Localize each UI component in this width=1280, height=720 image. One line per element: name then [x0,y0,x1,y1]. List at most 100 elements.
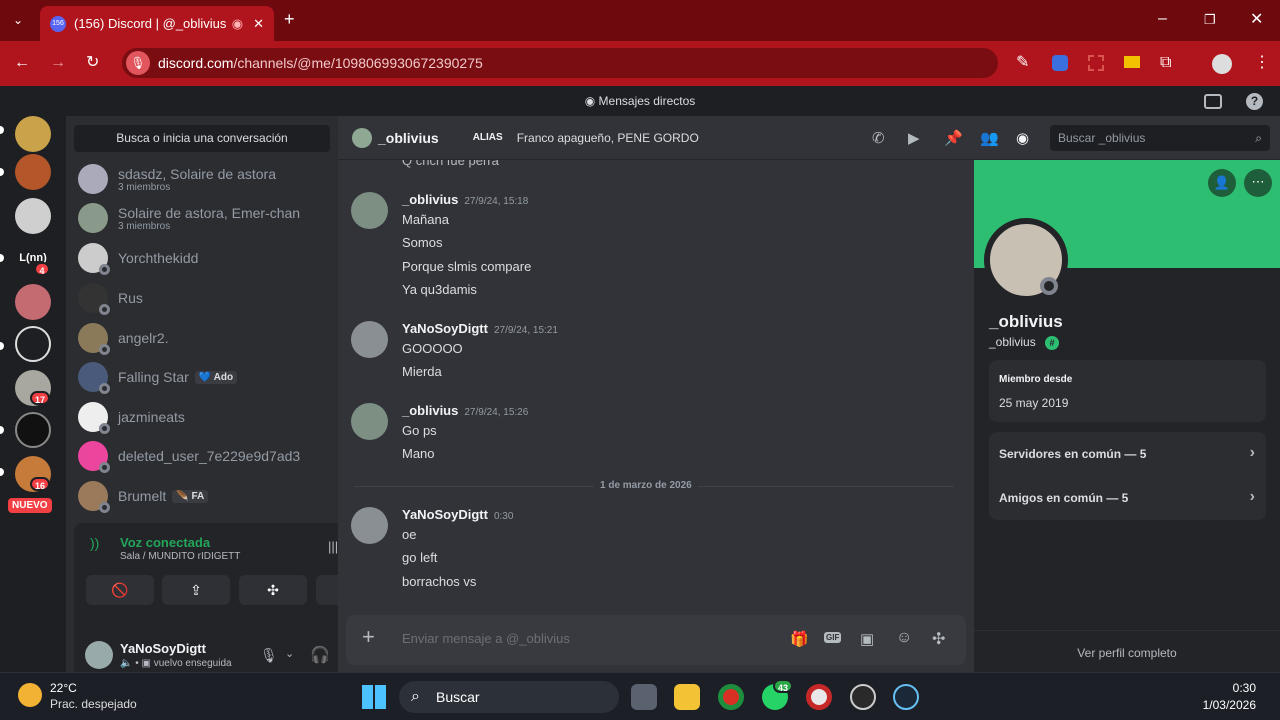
message-author[interactable]: _oblivius 27/9/24, 15:18 [402,192,528,207]
dm-item[interactable]: angelr2. [78,320,328,356]
headphones-icon[interactable]: 🎧 [310,645,330,665]
windows-start-icon[interactable] [362,685,386,709]
author-avatar[interactable] [351,403,388,440]
close-tab-icon[interactable]: ✕ [253,16,264,32]
dm-item[interactable]: Yorchthekidd [78,240,328,276]
avatar [78,323,110,355]
sticker-icon[interactable]: ▣ [860,630,874,648]
unread-pip [0,126,4,134]
author-avatar[interactable] [351,507,388,544]
emoji-icon[interactable]: ☺ [896,629,912,647]
browser-menu-icon[interactable]: ⋮ [1254,55,1270,71]
browser-tab[interactable]: 156 (156) Discord | @_oblivius ◉ ✕ [40,6,274,41]
tab-list-icon[interactable]: ⌄ [13,12,23,28]
view-full-profile-link[interactable]: Ver perfil completo [974,646,1280,660]
pen-extension-icon[interactable]: ✎ [1016,55,1029,71]
clock-date[interactable]: 1/03/2026 [1190,698,1256,712]
mutual-servers-row[interactable]: Servidores en común — 5 › [999,444,1257,461]
file-explorer-icon[interactable] [674,684,700,710]
mic-icon[interactable]: 🎙 [260,647,278,664]
server-icon[interactable] [15,154,51,190]
address-bar[interactable]: 🎙 discord.com/channels/@me/1098069930672… [122,48,998,78]
server-icon[interactable] [15,284,51,320]
screen-share-button[interactable]: ⇪ [162,575,230,605]
gif-icon[interactable]: GIF [824,632,842,643]
signal-icon: )) [90,535,100,551]
dm-item[interactable]: Solaire de astora, Emer-chan 3 miembros [78,200,328,236]
voice-call-icon[interactable]: ✆ [872,129,885,147]
forward-icon[interactable]: → [50,55,66,71]
video-call-icon[interactable]: ▶ [908,129,920,147]
weather-desc[interactable]: Prac. despejado [50,697,137,711]
chrome-icon[interactable] [718,684,744,710]
apps-icon[interactable]: ✣ [932,629,945,649]
profile-avatar-icon[interactable] [1212,54,1232,74]
dm-item[interactable]: Rus [78,280,328,316]
weather-temp[interactable]: 22°C [50,681,77,695]
task-view-icon[interactable] [631,684,657,710]
message-text: Somos [402,235,443,250]
message-text: Go ps [402,423,437,438]
dm-item[interactable]: jazmineats [78,399,328,435]
inbox-icon[interactable] [1204,94,1222,109]
server-icon[interactable] [15,326,51,362]
header-username[interactable]: _oblivius [378,130,439,146]
add-friend-icon[interactable]: 👤 [1208,169,1236,197]
message-input[interactable]: Enviar mensaje a @_oblivius [402,631,570,646]
extension-blue-icon[interactable] [1052,55,1068,71]
help-icon[interactable]: ? [1246,93,1263,110]
message-author[interactable]: _oblivius 27/9/24, 15:26 [402,403,528,418]
dm-item[interactable]: Falling Star 💙 Ado [78,359,328,395]
camera-off-button[interactable]: 🚫 [86,575,154,605]
obs-icon[interactable] [850,684,876,710]
close-window-icon[interactable]: ✕ [1250,12,1263,28]
user-profile-icon[interactable]: ◉ [1016,129,1029,147]
extension-yellow-icon[interactable] [1124,56,1140,68]
mention-badge: 4 [34,262,50,276]
author-avatar[interactable] [351,192,388,229]
reload-icon[interactable]: ↻ [86,55,99,71]
new-tab-icon[interactable]: + [284,10,295,28]
chrome-active-icon[interactable] [806,684,832,710]
voice-channel[interactable]: Sala / MUNDITO rIDIGETT [120,551,240,562]
discord-favicon-icon: 156 [50,15,66,32]
member-since-label: Miembro desde [999,374,1073,385]
noise-suppression-icon[interactable]: ||| [328,539,338,554]
pinned-messages-icon[interactable]: 📌 [944,129,963,147]
gift-icon[interactable]: 🎁 [790,630,809,648]
activities-button[interactable]: ✣ [239,575,307,605]
message-author[interactable]: YaNoSoyDigtt 27/9/24, 15:21 [402,321,558,336]
weather-icon[interactable] [18,683,42,707]
restore-icon[interactable]: ❐ [1204,12,1216,28]
add-friends-icon[interactable]: 👥 [980,129,999,147]
message-author[interactable]: YaNoSoyDigtt 0:30 [402,507,513,522]
taskbar-search[interactable]: ⌕ Buscar [399,681,619,713]
back-icon[interactable]: ← [14,55,30,71]
author-avatar[interactable] [351,321,388,358]
profile-footer-divider [974,630,1280,631]
clock-time[interactable]: 0:30 [1200,681,1256,695]
screenshot-extension-icon[interactable] [1088,55,1104,71]
extensions-puzzle-icon[interactable]: ⧉ [1160,55,1171,71]
conversation-search-input[interactable]: Buscar _oblivius ⌕ [1050,125,1270,151]
profile-panel: 👤 ⋯ _oblivius _oblivius # Miembro desde … [974,160,1280,672]
server-icon[interactable] [15,198,51,234]
steam-icon[interactable] [893,684,919,710]
more-options-icon[interactable]: ⋯ [1244,169,1272,197]
user-name[interactable]: YaNoSoyDigtt [120,641,206,656]
site-info-icon[interactable]: 🎙 [126,51,150,75]
dm-search-button[interactable]: Busca o inicia una conversación [74,125,330,152]
minimize-icon[interactable]: – [1158,11,1167,27]
dm-item[interactable]: Brumelt 🪶 FA [78,478,328,514]
chevron-down-icon[interactable]: ⌄ [285,647,294,660]
mutual-friends-row[interactable]: Amigos en común — 5 › [999,488,1257,505]
voice-status[interactable]: Voz conectada [120,535,210,550]
server-icon[interactable] [15,412,51,448]
chat-header: _oblivius ALIAS Franco apagueño, PENE GO… [338,116,1280,160]
dm-item[interactable]: deleted_user_7e229e9d7ad3 [78,438,328,474]
dm-item[interactable]: sdasdz, Solaire de astora 3 miembros [78,161,328,197]
new-badge: NUEVO [8,498,52,513]
user-avatar[interactable] [85,641,113,669]
server-icon[interactable] [15,116,51,152]
add-attachment-icon[interactable]: + [362,626,375,648]
